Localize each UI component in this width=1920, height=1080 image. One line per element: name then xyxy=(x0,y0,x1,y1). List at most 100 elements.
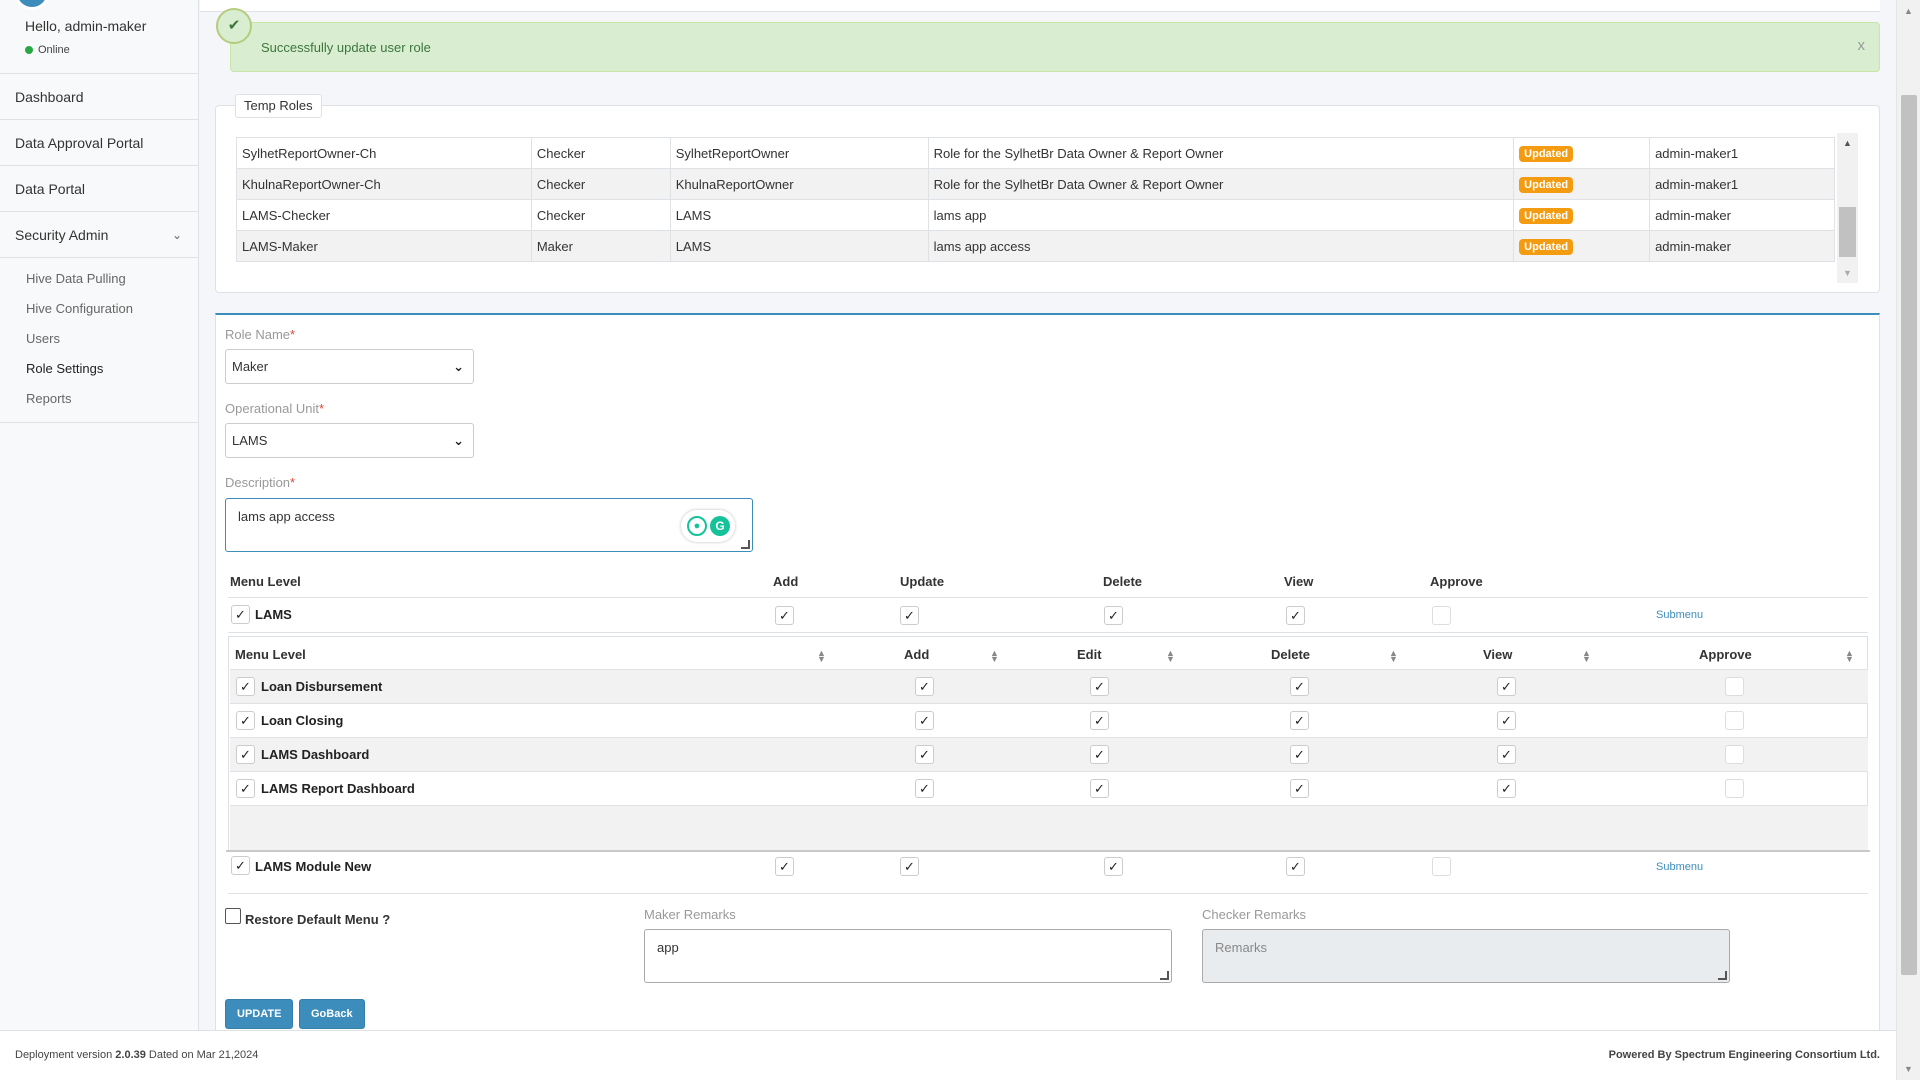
footer: Deployment version 2.0.39 Dated on Mar 2… xyxy=(0,1030,1896,1080)
scroll-down-icon[interactable]: ▼ xyxy=(1843,268,1852,278)
sidebar-item-data-portal[interactable]: Data Portal xyxy=(0,166,198,212)
sort-icon[interactable]: ▲ ▼ xyxy=(1389,649,1398,664)
table-row[interactable]: LAMS-Checker Checker LAMS lams app Updat… xyxy=(236,199,1835,231)
scrollbar-thumb[interactable] xyxy=(1839,207,1856,257)
edit-checkbox[interactable]: ✓ xyxy=(1090,779,1109,798)
table-row[interactable]: ✓ Loan Disbursement ✓ ✓ ✓ ✓ xyxy=(230,669,1868,703)
resize-handle-icon[interactable] xyxy=(741,540,750,549)
add-checkbox[interactable]: ✓ xyxy=(915,779,934,798)
lams-new-add-checkbox[interactable]: ✓ xyxy=(775,857,794,876)
lams-new-update-checkbox[interactable]: ✓ xyxy=(900,857,919,876)
approve-checkbox[interactable] xyxy=(1725,677,1744,696)
user-panel: Hello, admin-maker Online xyxy=(0,0,198,74)
check-icon: ✓ xyxy=(1094,713,1105,728)
description-textarea[interactable]: lams app access xyxy=(225,498,753,552)
approve-checkbox[interactable] xyxy=(1725,779,1744,798)
submenu-hive-data-pulling[interactable]: Hive Data Pulling xyxy=(0,264,198,294)
alert-close-button[interactable]: x xyxy=(1858,37,1866,54)
scroll-up-icon[interactable]: ▲ xyxy=(1843,138,1852,148)
submenu-role-settings[interactable]: Role Settings xyxy=(0,354,198,384)
check-icon: ✓ xyxy=(1108,608,1119,623)
update-button[interactable]: UPDATE xyxy=(225,999,294,1029)
user-cell: admin-maker xyxy=(1649,230,1835,262)
maker-remarks-textarea[interactable]: app xyxy=(644,929,1172,983)
sidebar-item-dashboard[interactable]: Dashboard xyxy=(0,74,198,120)
resize-handle-icon[interactable] xyxy=(1160,971,1169,980)
user-cell: admin-maker1 xyxy=(1649,168,1835,200)
edit-checkbox[interactable]: ✓ xyxy=(1090,745,1109,764)
status-badge: Updated xyxy=(1519,176,1574,193)
sort-icon[interactable]: ▲ ▼ xyxy=(1845,649,1854,664)
sort-icon[interactable]: ▲ ▼ xyxy=(1582,649,1591,664)
edit-checkbox[interactable]: ✓ xyxy=(1090,711,1109,730)
check-icon: ✓ xyxy=(240,713,251,728)
sub-menu-level-header[interactable]: Menu Level xyxy=(235,647,306,662)
delete-checkbox[interactable]: ✓ xyxy=(1290,711,1309,730)
goback-button[interactable]: GoBack xyxy=(299,999,365,1029)
table-row[interactable]: ✓ Loan Closing ✓ ✓ ✓ ✓ xyxy=(230,703,1868,737)
lams-module-checkbox[interactable]: ✓ xyxy=(231,605,250,624)
scrollbar-thumb[interactable] xyxy=(1901,95,1917,975)
lams-approve-checkbox[interactable] xyxy=(1432,606,1451,625)
operational-unit-select[interactable]: LAMS ⌄ xyxy=(225,423,474,458)
temp-roles-scrollbar[interactable]: ▲ ▼ xyxy=(1837,133,1858,283)
add-checkbox[interactable]: ✓ xyxy=(915,711,934,730)
row-checkbox[interactable]: ✓ xyxy=(236,745,255,764)
table-row[interactable]: ✓ LAMS Report Dashboard ✓ ✓ ✓ ✓ xyxy=(230,771,1868,805)
add-checkbox[interactable]: ✓ xyxy=(915,745,934,764)
sub-view-header[interactable]: View xyxy=(1483,647,1512,662)
alert-message: Successfully update user role xyxy=(261,40,431,55)
submenu-hive-configuration[interactable]: Hive Configuration xyxy=(0,294,198,324)
sidebar-item-data-approval-portal[interactable]: Data Approval Portal xyxy=(0,120,198,166)
delete-checkbox[interactable]: ✓ xyxy=(1290,779,1309,798)
role-name-select[interactable]: Maker ⌄ xyxy=(225,349,474,384)
lams-submenu-link[interactable]: Submenu xyxy=(1656,609,1703,621)
view-checkbox[interactable]: ✓ xyxy=(1497,677,1516,696)
sub-edit-header[interactable]: Edit xyxy=(1077,647,1102,662)
lightbulb-icon[interactable]: ● xyxy=(687,516,707,536)
lams-new-submenu-link[interactable]: Submenu xyxy=(1656,861,1703,873)
lams-view-checkbox[interactable]: ✓ xyxy=(1286,606,1305,625)
row-checkbox[interactable]: ✓ xyxy=(236,711,255,730)
lams-add-checkbox[interactable]: ✓ xyxy=(775,606,794,625)
grammarly-widget[interactable]: ● G xyxy=(681,510,735,542)
table-row[interactable]: ✓ LAMS Dashboard ✓ ✓ ✓ ✓ xyxy=(230,737,1868,771)
sidebar-item-security-admin[interactable]: Security Admin ⌄ xyxy=(0,212,198,258)
grammarly-icon[interactable]: G xyxy=(710,516,730,536)
lams-module-new-checkbox[interactable]: ✓ xyxy=(231,856,250,875)
online-label: Online xyxy=(38,44,70,56)
lams-delete-checkbox[interactable]: ✓ xyxy=(1104,606,1123,625)
row-checkbox[interactable]: ✓ xyxy=(236,779,255,798)
view-checkbox[interactable]: ✓ xyxy=(1497,711,1516,730)
edit-checkbox[interactable]: ✓ xyxy=(1090,677,1109,696)
sub-delete-header[interactable]: Delete xyxy=(1271,647,1310,662)
sub-add-header[interactable]: Add xyxy=(904,647,929,662)
restore-default-checkbox[interactable] xyxy=(225,908,241,924)
lams-new-view-checkbox[interactable]: ✓ xyxy=(1286,857,1305,876)
lams-new-delete-checkbox[interactable]: ✓ xyxy=(1104,857,1123,876)
submenu-reports[interactable]: Reports xyxy=(0,384,198,414)
check-icon: ✓ xyxy=(240,679,251,694)
row-checkbox[interactable]: ✓ xyxy=(236,677,255,696)
sort-icon[interactable]: ▲ ▼ xyxy=(990,649,999,664)
approve-checkbox[interactable] xyxy=(1725,711,1744,730)
table-row[interactable]: LAMS-Maker Maker LAMS lams app access Up… xyxy=(236,230,1835,262)
sub-approve-header[interactable]: Approve xyxy=(1699,647,1752,662)
lams-update-checkbox[interactable]: ✓ xyxy=(900,606,919,625)
page-scrollbar[interactable]: ▲ ▼ xyxy=(1896,0,1920,1080)
submenu-users[interactable]: Users xyxy=(0,324,198,354)
table-row[interactable]: SylhetReportOwner-Ch Checker SylhetRepor… xyxy=(236,137,1835,169)
lams-new-approve-checkbox[interactable] xyxy=(1432,857,1451,876)
view-checkbox[interactable]: ✓ xyxy=(1497,779,1516,798)
table-row[interactable]: KhulnaReportOwner-Ch Checker KhulnaRepor… xyxy=(236,168,1835,200)
sort-icon[interactable]: ▲ ▼ xyxy=(1166,649,1175,664)
approve-checkbox[interactable] xyxy=(1725,745,1744,764)
view-checkbox[interactable]: ✓ xyxy=(1497,745,1516,764)
scroll-up-icon[interactable]: ▲ xyxy=(1904,6,1913,16)
delete-checkbox[interactable]: ✓ xyxy=(1290,745,1309,764)
add-checkbox[interactable]: ✓ xyxy=(915,677,934,696)
restore-default-label[interactable]: Restore Default Menu ? xyxy=(245,912,390,927)
delete-checkbox[interactable]: ✓ xyxy=(1290,677,1309,696)
sort-icon[interactable]: ▲ ▼ xyxy=(817,649,826,664)
scroll-down-icon[interactable]: ▼ xyxy=(1904,1064,1913,1074)
